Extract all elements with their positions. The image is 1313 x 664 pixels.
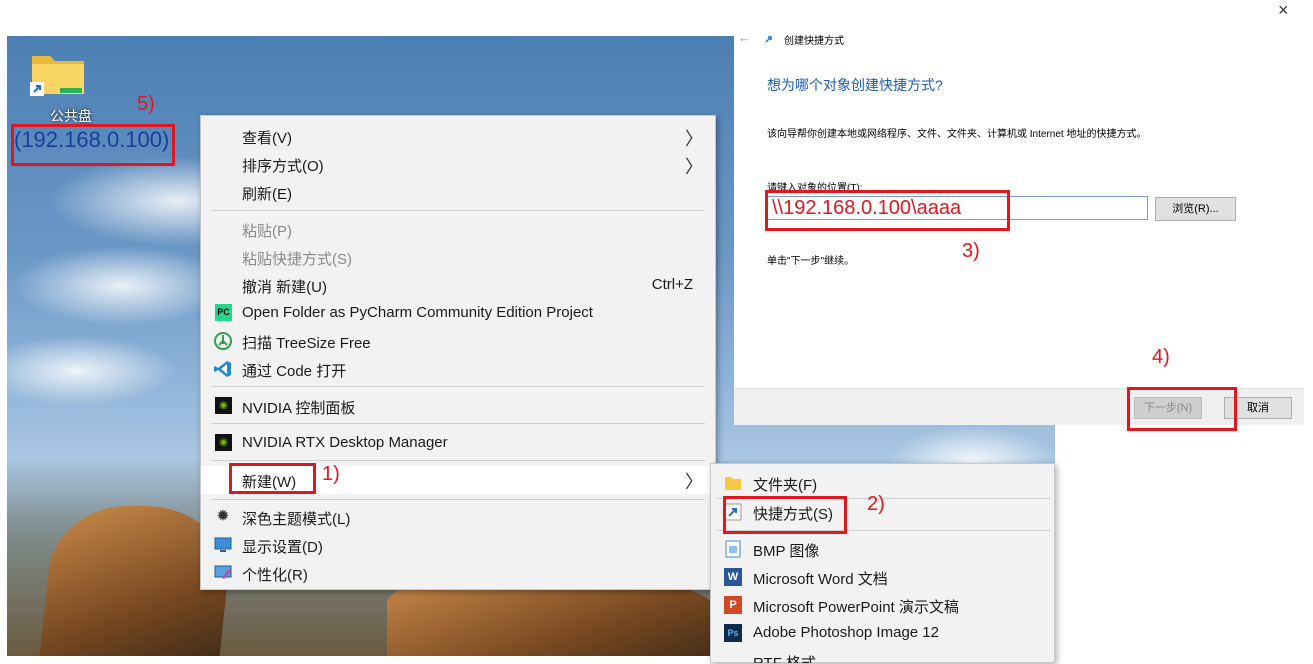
annotation-box-2 xyxy=(723,496,847,534)
menu-item-display-settings[interactable]: 显示设置(D) xyxy=(201,532,715,558)
photoshop-icon: Ps xyxy=(724,624,742,642)
menu-item-label: 粘贴(P) xyxy=(242,223,292,240)
annotation-box-1 xyxy=(229,463,316,494)
annotation-box-3 xyxy=(765,190,1010,231)
pycharm-icon: PC xyxy=(215,304,232,321)
submenu-item-powerpoint[interactable]: P Microsoft PowerPoint 演示文稿 xyxy=(711,591,1054,619)
close-icon[interactable]: × xyxy=(1278,0,1289,21)
menu-item-label: 通过 Code 打开 xyxy=(242,363,347,380)
submenu-item-label: 文件夹(F) xyxy=(753,477,818,494)
menu-item-label: NVIDIA RTX Desktop Manager xyxy=(242,434,448,451)
personalize-icon xyxy=(214,565,232,579)
menu-item-label: 个性化(R) xyxy=(242,567,308,584)
menu-item-label: 粘贴快捷方式(S) xyxy=(242,251,352,268)
submenu-item-label: RTF 格式 xyxy=(753,652,816,663)
sun-icon: ✹ xyxy=(216,508,230,525)
menu-item-paste[interactable]: 粘贴(P) xyxy=(201,216,715,242)
wizard-hint: 单击"下一步"继续。 xyxy=(767,256,855,267)
menu-item-pycharm[interactable]: PC Open Folder as PyCharm Community Edit… xyxy=(201,300,715,326)
menu-item-nvidia-control-panel[interactable]: ◉ NVIDIA 控制面板 xyxy=(201,393,715,419)
display-icon xyxy=(214,537,232,552)
annotation-number-3: 3) xyxy=(962,240,980,262)
wizard-title: 创建快捷方式 xyxy=(784,36,844,47)
submenu-item-label: Adobe Photoshop Image 12 xyxy=(753,624,939,641)
menu-item-dark-mode[interactable]: ✹ 深色主题模式(L) xyxy=(201,504,715,530)
annotation-number-5: 5) xyxy=(137,93,155,115)
powerpoint-icon: P xyxy=(724,596,742,614)
submenu-item-label: BMP 图像 xyxy=(753,543,820,560)
menu-separator xyxy=(211,460,705,461)
context-menu: 查看(V) 〉 排序方式(O) 〉 刷新(E) 粘贴(P) 粘贴快捷方式(S) … xyxy=(200,115,716,590)
desktop-icon-label: 公共盘 xyxy=(50,108,92,124)
menu-item-vscode[interactable]: 通过 Code 打开 xyxy=(201,356,715,382)
menu-item-label: 查看(V) xyxy=(242,130,292,147)
menu-item-label: NVIDIA 控制面板 xyxy=(242,400,356,417)
menu-item-refresh[interactable]: 刷新(E) xyxy=(201,179,715,205)
annotation-number-1: 1) xyxy=(322,463,340,485)
menu-item-label: 刷新(E) xyxy=(242,186,292,203)
nvidia-icon: ◉ xyxy=(215,397,232,414)
wizard-heading: 想为哪个对象创建快捷方式? xyxy=(767,77,943,93)
menu-item-nvidia-rtx[interactable]: ◉ NVIDIA RTX Desktop Manager xyxy=(201,430,715,456)
menu-item-personalize[interactable]: 个性化(R) xyxy=(201,560,715,586)
menu-item-shortcut: Ctrl+Z xyxy=(651,276,693,293)
menu-item-sort[interactable]: 排序方式(O) 〉 xyxy=(201,151,715,177)
menu-item-undo[interactable]: 撤消 新建(U) Ctrl+Z xyxy=(201,272,715,298)
submenu-item-bmp[interactable]: BMP 图像 xyxy=(711,535,1054,563)
vscode-icon xyxy=(214,361,231,377)
menu-separator xyxy=(211,499,705,500)
annotation-number-2: 2) xyxy=(867,493,885,515)
treesize-icon xyxy=(214,332,232,350)
folder-icon xyxy=(725,477,741,490)
shortcut-icon xyxy=(765,36,772,43)
menu-item-label: Open Folder as PyCharm Community Edition… xyxy=(242,304,593,321)
bmp-image-icon xyxy=(725,540,741,558)
menu-item-paste-shortcut[interactable]: 粘贴快捷方式(S) xyxy=(201,244,715,270)
chevron-right-icon: 〉 xyxy=(685,472,703,492)
annotation-box-5 xyxy=(11,124,175,166)
menu-item-label: 扫描 TreeSize Free xyxy=(242,335,371,352)
submenu-item-word[interactable]: W Microsoft Word 文档 xyxy=(711,563,1054,591)
menu-item-label: 撤消 新建(U) xyxy=(242,279,327,296)
back-arrow-icon[interactable]: ← xyxy=(738,30,751,45)
nvidia-rtx-icon: ◉ xyxy=(215,434,232,451)
submenu-item-rtf[interactable]: RTF 格式 xyxy=(711,647,1054,663)
submenu-item-label: Microsoft PowerPoint 演示文稿 xyxy=(753,599,959,616)
annotation-box-4 xyxy=(1127,387,1237,431)
menu-item-treesize[interactable]: 扫描 TreeSize Free xyxy=(201,328,715,354)
submenu-item-label: Microsoft Word 文档 xyxy=(753,571,888,588)
menu-item-view[interactable]: 查看(V) 〉 xyxy=(201,123,715,149)
browse-button[interactable]: 浏览(R)... xyxy=(1155,197,1236,221)
wizard-description: 该向导帮你创建本地或网络程序、文件、文件夹、计算机或 Internet 地址的快… xyxy=(767,129,1147,140)
menu-item-label: 深色主题模式(L) xyxy=(242,511,351,528)
shortcut-folder-icon[interactable] xyxy=(30,50,86,96)
annotation-number-4: 4) xyxy=(1152,346,1170,368)
chevron-right-icon: 〉 xyxy=(685,157,703,177)
submenu-item-photoshop[interactable]: Ps Adobe Photoshop Image 12 xyxy=(711,619,1054,647)
menu-item-label: 显示设置(D) xyxy=(242,539,323,556)
chevron-right-icon: 〉 xyxy=(685,129,703,149)
word-icon: W xyxy=(724,568,742,586)
menu-separator xyxy=(211,210,705,211)
menu-item-label: 排序方式(O) xyxy=(242,158,324,175)
menu-separator xyxy=(211,423,705,424)
menu-separator xyxy=(211,386,705,387)
